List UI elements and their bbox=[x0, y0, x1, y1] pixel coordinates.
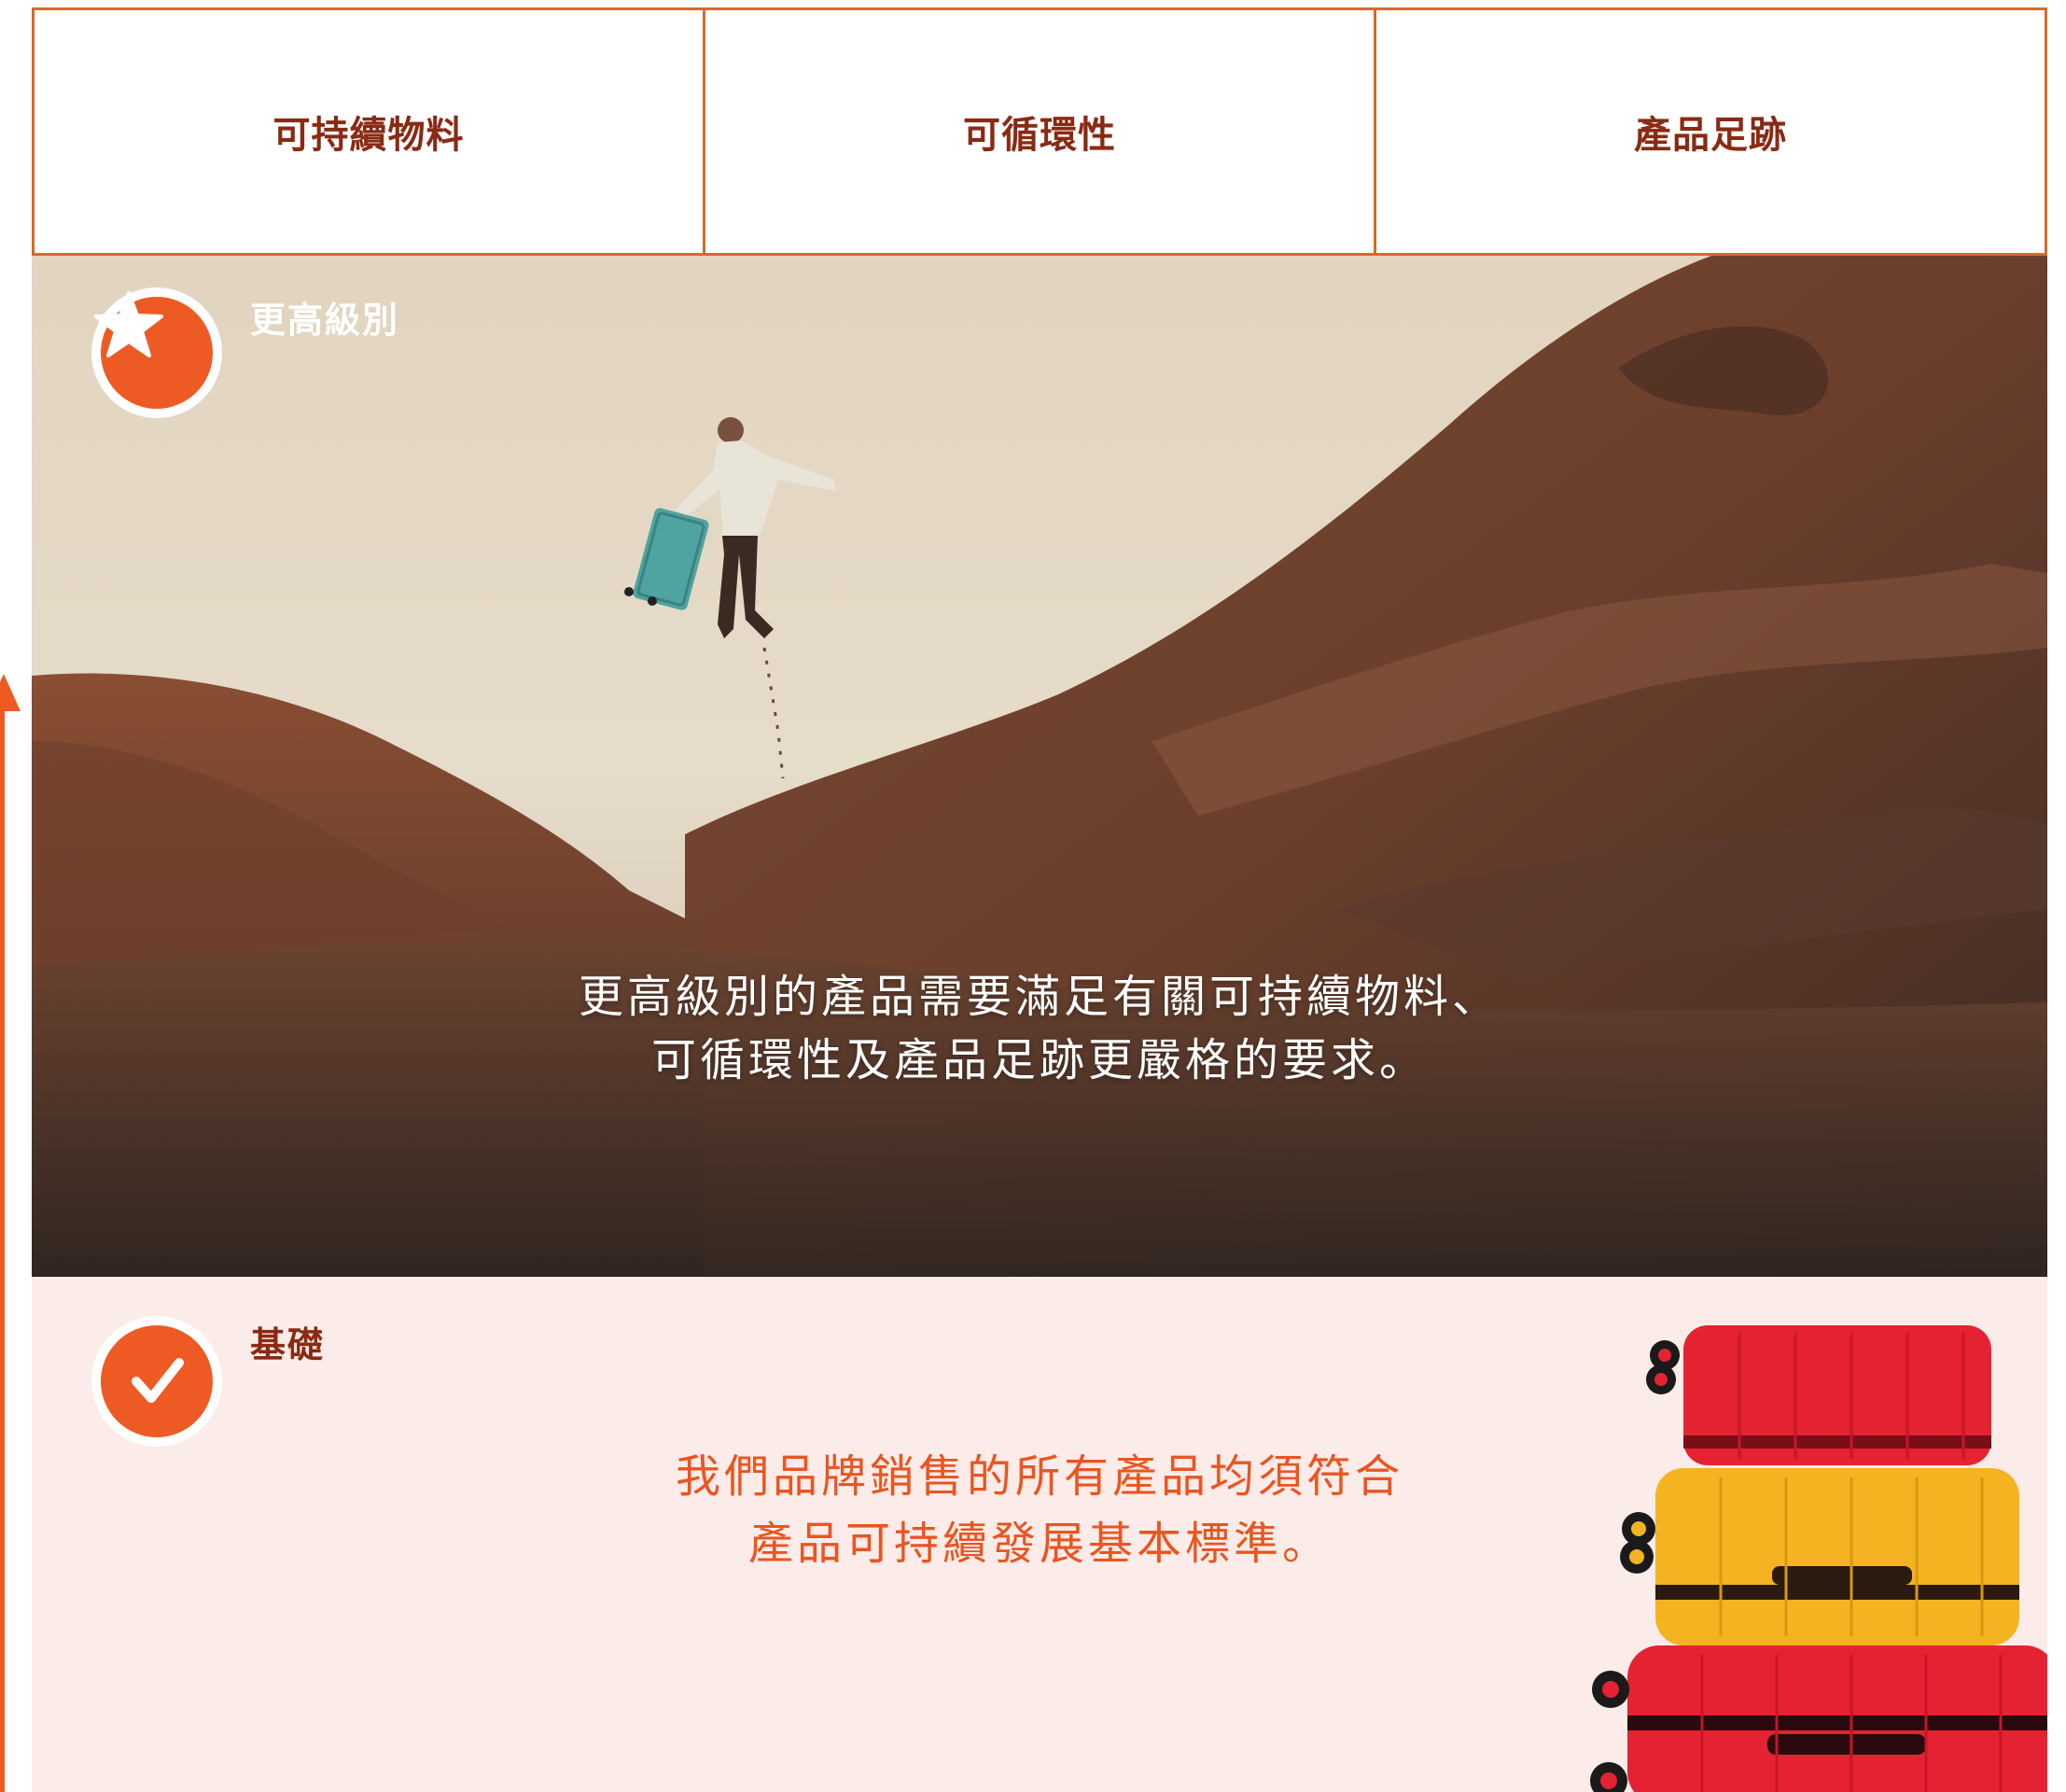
basic-level-label: 基礎 bbox=[250, 1324, 326, 1365]
scroll-progress-line bbox=[0, 709, 5, 1792]
higher-level-section: 更高級別 更高級別的產品需要滿足有關可持續物料、 可循環性及產品足跡更嚴格的要求… bbox=[32, 256, 2047, 1277]
star-icon bbox=[94, 291, 213, 409]
tab-product-footprint[interactable]: 產品足跡 bbox=[1374, 7, 2047, 256]
basic-level-badge bbox=[91, 1316, 222, 1447]
hero-image-rock-jumper bbox=[32, 256, 2047, 1277]
checkmark-icon bbox=[101, 1325, 213, 1437]
higher-level-label: 更高級別 bbox=[250, 300, 400, 341]
higher-level-description: 更高級別的產品需要滿足有關可持續物料、 可循環性及產品足跡更嚴格的要求。 bbox=[32, 965, 2047, 1092]
description-line: 更高級別的產品需要滿足有關可持續物料、 bbox=[578, 971, 1501, 1023]
tab-label: 可循環性 bbox=[963, 114, 1116, 157]
tab-circularity[interactable]: 可循環性 bbox=[703, 7, 1376, 256]
higher-level-badge bbox=[91, 287, 222, 418]
tab-label: 可持續物料 bbox=[272, 114, 465, 157]
basic-level-section: 基礎 我們品牌銷售的所有產品均須符合 產品可持續發展基本標準。 bbox=[32, 1277, 2047, 1792]
stacked-suitcases-image bbox=[1590, 1325, 2047, 1792]
criteria-tabs: 可持續物料 可循環性 產品足跡 bbox=[32, 7, 2047, 256]
tab-sustainable-materials[interactable]: 可持續物料 bbox=[32, 7, 705, 256]
description-line: 可循環性及產品足跡更嚴格的要求。 bbox=[650, 1034, 1428, 1086]
scroll-up-arrow-icon bbox=[0, 674, 21, 711]
tab-label: 產品足跡 bbox=[1634, 114, 1787, 157]
